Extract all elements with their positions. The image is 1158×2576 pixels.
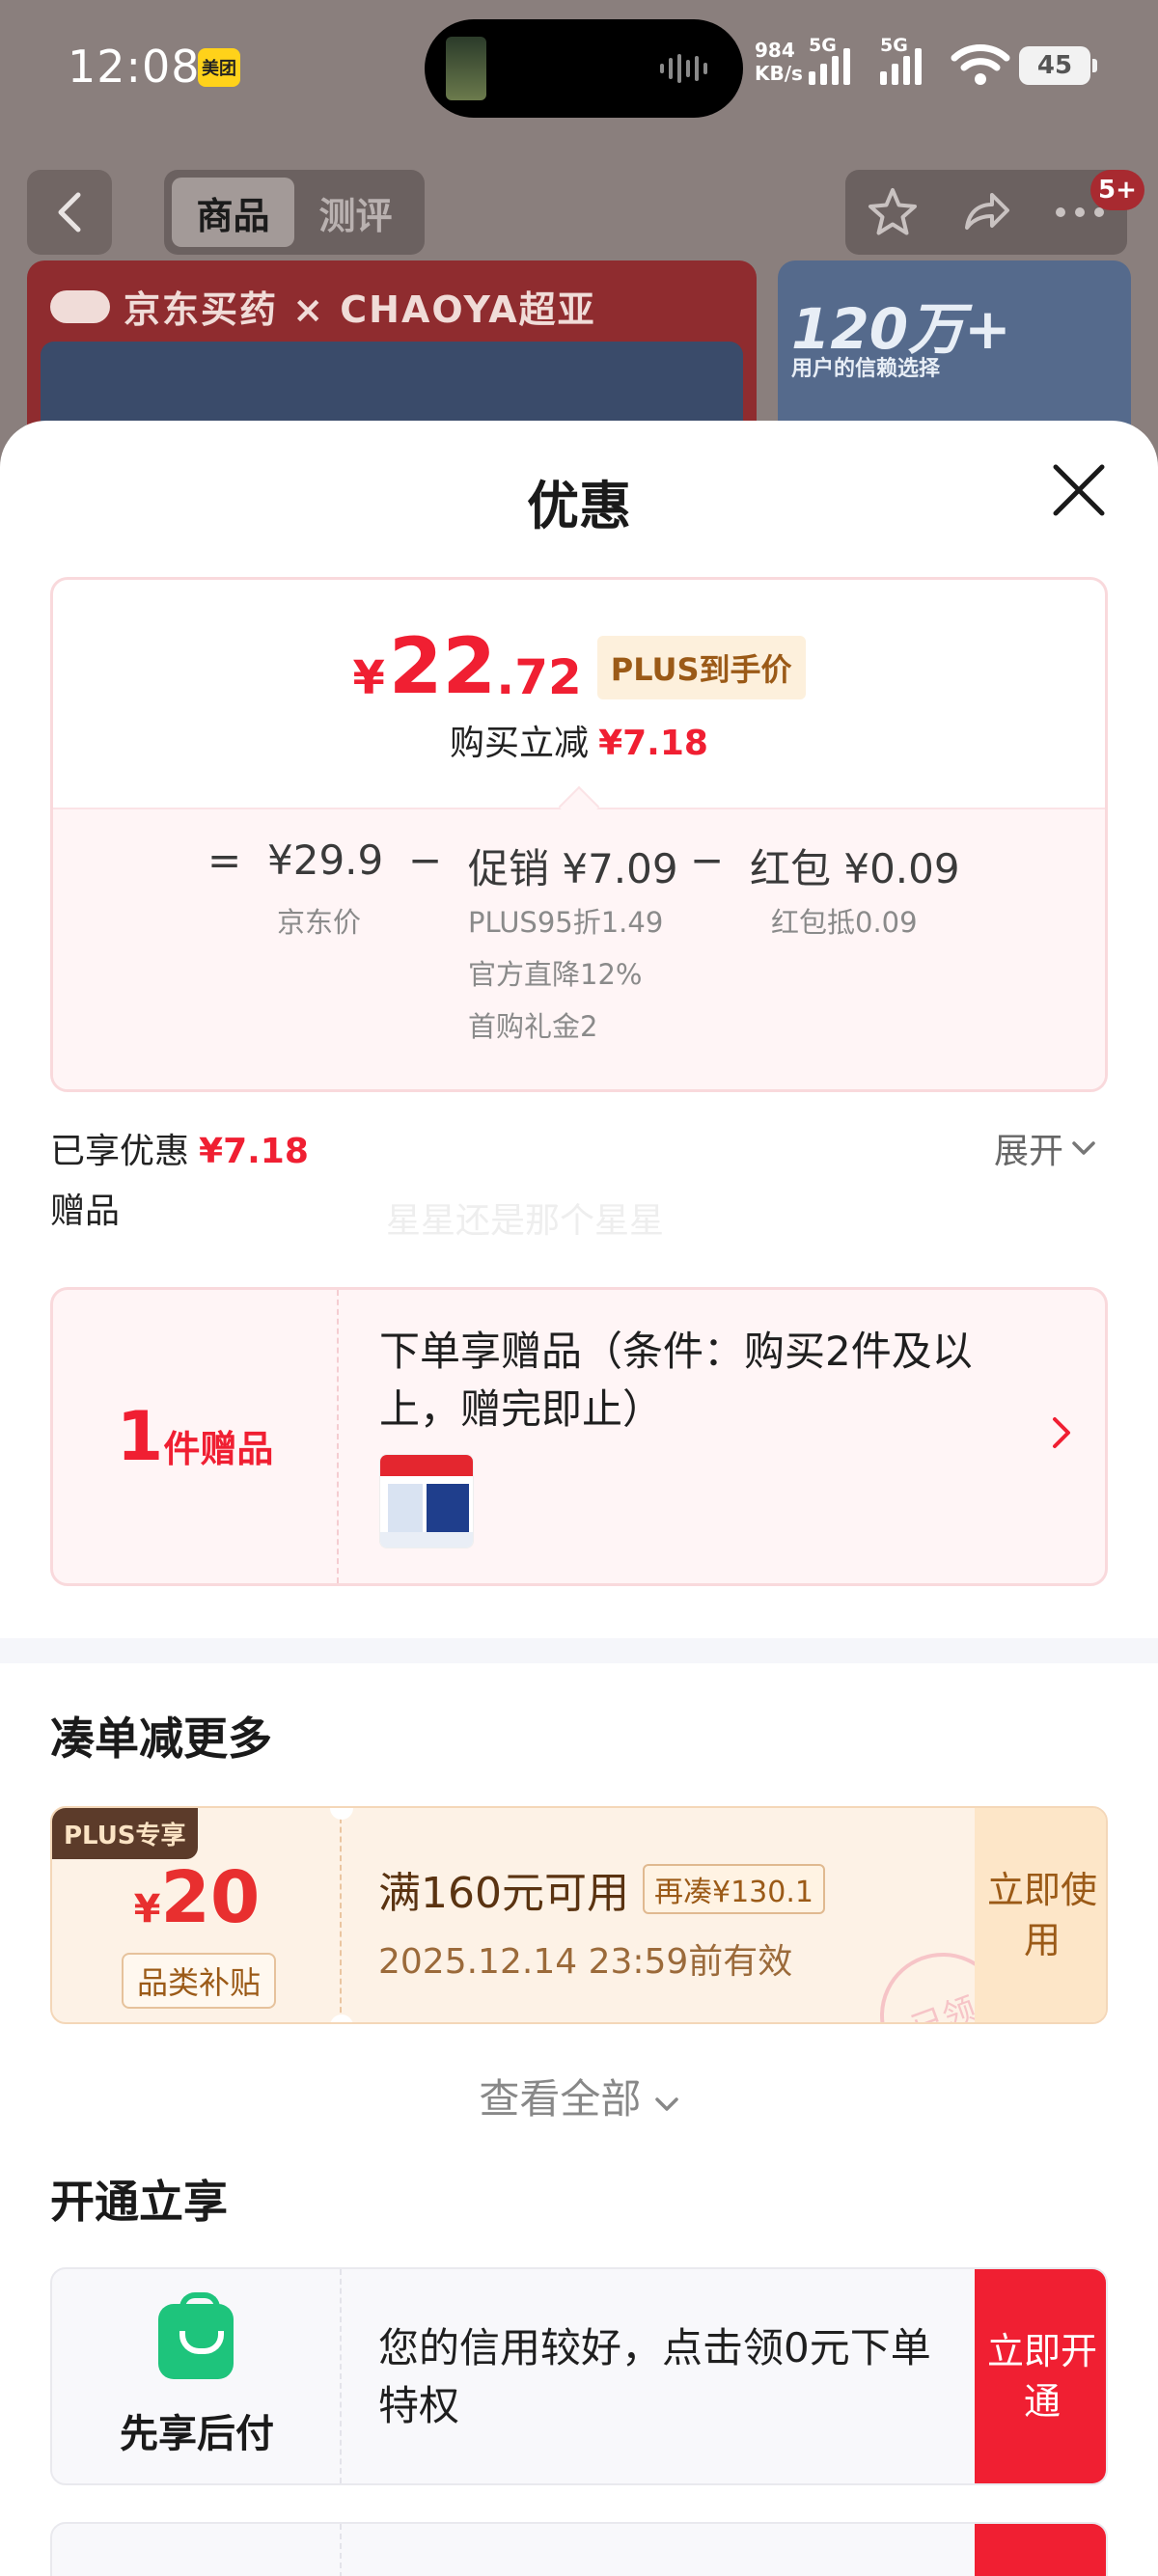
price-breakdown-card: ¥ 22 .72 PLUS到手价 购买立减 ¥7.18 = ¥29.9 京东价 −… [50, 577, 1108, 1092]
sim1-label: 5G [809, 35, 837, 56]
chevron-down-icon [654, 2097, 678, 2111]
plus-price-tag: PLUS到手价 [596, 636, 806, 699]
bundle-section-title: 凑单减更多 [50, 1713, 272, 1765]
network-speed-unit: KB/s [755, 62, 803, 85]
page-tab-switcher: 商品 测评 [164, 170, 425, 255]
battery-indicator: 45 [1019, 46, 1097, 85]
network-speed: 984 KB/s [755, 39, 803, 85]
instant-discount: 购买立减 ¥7.18 [53, 715, 1105, 765]
close-icon [1053, 464, 1105, 516]
final-price-currency: ¥ [352, 651, 385, 705]
gift-count-label: 件赠品 [163, 1427, 274, 1470]
formula-red-packet: 红包 ¥0.09 [750, 845, 960, 892]
open-section-title: 开通立享 [50, 2176, 228, 2228]
instant-discount-label: 购买立减 [450, 724, 590, 763]
pay-later-card: 先享后付 您的信用较好，点击领0元下单特权 立即开通 [50, 2267, 1108, 2485]
enjoyed-discount-label: 已享优惠 [50, 1132, 190, 1171]
status-time: 12:08 [68, 41, 201, 93]
price-formula-area: = ¥29.9 京东价 − 促销 ¥7.09 PLUS95折1.49 官方直降1… [53, 808, 1105, 1089]
promo-item: 官方直降12% [468, 958, 643, 991]
promo-item: 首购礼金2 [468, 1010, 598, 1043]
final-price-integer: 22 [388, 621, 497, 711]
tab-reviews[interactable]: 测评 [294, 178, 417, 247]
signal-sim1-icon: 5G [809, 35, 850, 85]
coupon-amount: ¥20 [52, 1856, 342, 1939]
formula-minus-2: − [690, 836, 725, 884]
jd-logo-icon [50, 289, 110, 323]
banner-brand: 京东买药 × CHAOYA超亚 [50, 280, 596, 333]
pay-later-name: 先享后付 [120, 2412, 274, 2456]
meituan-app-icon: 美团 [198, 48, 240, 87]
audio-wave-icon [660, 52, 714, 85]
wifi-icon [951, 44, 1010, 85]
discount-sheet: 优惠 ¥ 22 .72 PLUS到手价 购买立减 ¥7.18 = ¥29.9 京东… [0, 421, 1158, 2576]
share-icon[interactable] [959, 185, 1013, 239]
network-speed-value: 984 [755, 39, 795, 62]
coupon-amount-value: 20 [160, 1856, 261, 1939]
final-price-decimal: .72 [496, 649, 582, 705]
watermark-text: 星星还是那个星星 [386, 1201, 665, 1241]
instant-discount-value: ¥7.18 [598, 724, 708, 763]
see-all-label: 查看全部 [479, 2075, 642, 2123]
pay-later-description: 您的信用较好，点击领0元下单特权 [378, 2324, 931, 2429]
coupon-remaining-tag: 再凑¥130.1 [642, 1864, 825, 1914]
coupon-currency: ¥ [133, 1887, 161, 1932]
chevron-down-icon [1072, 1141, 1095, 1155]
gift-count: 1 件赠品 [53, 1290, 339, 1583]
use-coupon-button[interactable]: 立即使用 [975, 1808, 1106, 2022]
formula-base-price: ¥29.9 [267, 836, 384, 884]
formula-promo: 促销 ¥7.09 [468, 845, 678, 892]
final-price: ¥ 22 .72 [352, 621, 582, 711]
status-bar: 12:08 美团 984 KB/s 5G 5G 45 [0, 0, 1158, 135]
gift-product-thumbnail[interactable] [379, 1454, 474, 1548]
enjoyed-discount-value: ¥7.18 [199, 1132, 309, 1171]
close-button[interactable] [1048, 459, 1110, 521]
shopping-bag-icon [158, 2292, 234, 2379]
banner-subline: 用户的信赖选择 [791, 357, 941, 381]
open-now-button[interactable]: 立即开通 [975, 2269, 1106, 2483]
promo-item: PLUS95折1.49 [468, 906, 664, 939]
tab-goods[interactable]: 商品 [172, 178, 294, 247]
coupon-card: ¥20 品类补贴 PLUS专享 满160元可用 再凑¥130.1 2025.12… [50, 1806, 1108, 2024]
chevron-right-icon [1053, 1417, 1070, 1448]
gift-count-number: 1 [116, 1397, 164, 1476]
coupon-type: 品类补贴 [122, 1953, 277, 2009]
sim2-label: 5G [880, 35, 908, 56]
signal-sim2-icon: 5G [880, 35, 922, 85]
pay-later-icon-area: 先享后付 [52, 2269, 342, 2483]
gift-description: 下单享赠品（条件：购买2件及以上，赠完即止） [379, 1328, 973, 1433]
gift-section-label: 赠品 [50, 1192, 121, 1231]
section-divider [0, 1638, 1158, 1663]
message-count-badge: 5+ [1090, 170, 1144, 210]
chevron-left-icon [58, 192, 81, 233]
formula-equals: = [207, 836, 242, 884]
plus-exclusive-tag: PLUS专享 [52, 1808, 198, 1859]
formula-base-label: 京东价 [277, 906, 362, 939]
final-price-area: ¥ 22 .72 PLUS到手价 购买立减 ¥7.18 [53, 580, 1105, 809]
dynamic-island[interactable] [425, 19, 743, 118]
banner-brand-text: 京东买药 × CHAOYA超亚 [124, 288, 596, 331]
see-all-button[interactable]: 查看全部 [0, 2067, 1158, 2125]
enjoyed-discount: 已享优惠 ¥7.18 [50, 1123, 309, 1173]
next-service-button[interactable] [975, 2524, 1106, 2576]
music-cover-thumbnail [446, 37, 486, 100]
back-button[interactable] [27, 170, 112, 255]
expand-label: 展开 [994, 1132, 1064, 1171]
next-service-icon-area [52, 2524, 342, 2576]
nav-actions [845, 170, 1127, 255]
formula-minus-1: − [408, 836, 443, 884]
coupon-condition: 满160元可用 再凑¥130.1 [378, 1858, 825, 1920]
coupon-expiry: 2025.12.14 23:59前有效 [378, 1942, 793, 1982]
coupon-condition-text: 满160元可用 [378, 1869, 629, 1918]
formula-red-packet-label: 红包抵0.09 [771, 906, 918, 939]
star-favorite-icon[interactable] [866, 185, 920, 239]
gift-card[interactable]: 1 件赠品 下单享赠品（条件：购买2件及以上，赠完即止） [50, 1287, 1108, 1586]
sheet-title: 优惠 [527, 476, 631, 536]
next-service-card [50, 2522, 1108, 2576]
expand-button[interactable]: 展开 [994, 1123, 1096, 1173]
